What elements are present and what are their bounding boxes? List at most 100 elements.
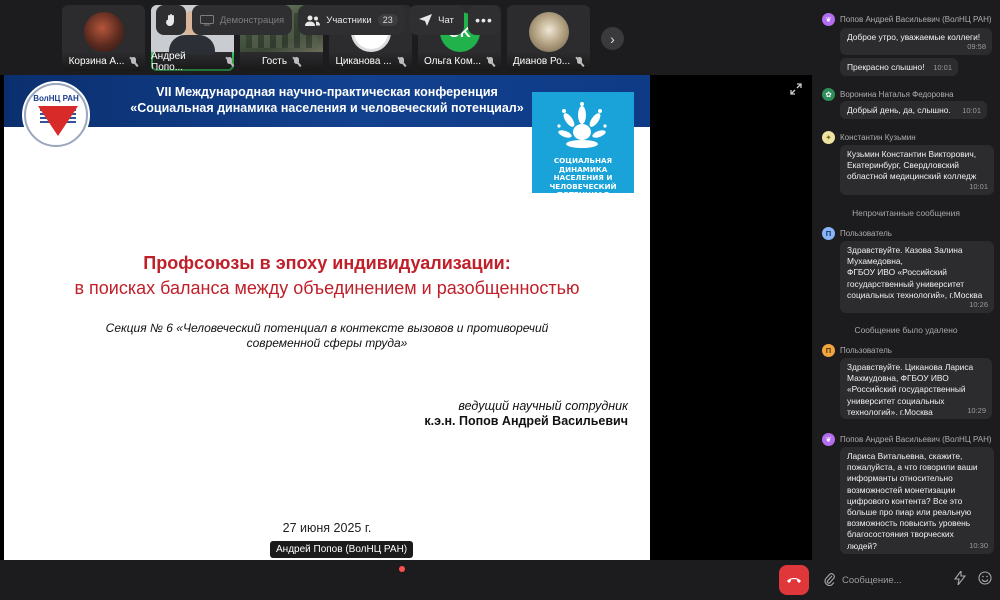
chat-message: Здравствуйте. Казова Залина Мухамедовна,… xyxy=(840,241,994,313)
unread-divider: Непрочитанные сообщения xyxy=(852,208,960,218)
author-name: Попов Андрей Васильевич (ВолНЦ РАН) xyxy=(840,435,992,444)
message-text: областной медицинский колледж xyxy=(847,171,977,182)
message-text: больше про пиар или реальную xyxy=(847,507,972,518)
section-line: Секция № 6 «Человеческий потенциал в кон… xyxy=(105,321,549,335)
message-time: 10:01 xyxy=(962,105,981,115)
participants-count: 23 xyxy=(377,14,398,26)
send-icon xyxy=(419,14,433,26)
avatar-icon: ✿ xyxy=(822,88,835,101)
participant-name: Гость xyxy=(261,56,288,67)
chat-message-input[interactable] xyxy=(842,570,952,590)
message-time: 10:29 xyxy=(967,405,986,415)
conference-subtitle: «Социальная динамика населения и человеч… xyxy=(130,101,524,115)
message-text: Махмудовна, ФГБОУ ИВО xyxy=(847,373,949,384)
message-text: Лариса Витальевна, скажите, xyxy=(847,451,963,461)
mic-off-icon xyxy=(397,56,406,67)
message-text: благосостояния творческих xyxy=(847,529,954,540)
message-text: Добрый день, да, слышно. xyxy=(847,105,951,115)
section-line: современной сферы труда» xyxy=(246,336,408,350)
mic-off-icon xyxy=(225,56,234,67)
message-author: П Пользователь xyxy=(822,227,892,240)
message-text: людей? xyxy=(847,540,877,551)
org-logo: ВолНЦ РАН xyxy=(24,83,88,147)
participant-name: Андрей Попо... xyxy=(151,50,186,72)
avatar-icon: ❦ xyxy=(822,13,835,26)
chat-message: Кузьмин Константин Викторович, Екатеринб… xyxy=(840,145,994,195)
author-name: Пользователь xyxy=(840,229,892,238)
message-text: цифрового контента? Все это xyxy=(847,495,963,506)
screen-share-area: VII Международная научно-практическая ко… xyxy=(0,75,812,560)
presenter-name-tag: Андрей Попов (ВолНЦ РАН) xyxy=(270,541,414,558)
message-text: пожалуйста, а что говорили ваши xyxy=(847,462,978,473)
user-avatar: П xyxy=(822,227,835,240)
notification-dot xyxy=(399,566,405,572)
message-author: ❦ Попов Андрей Васильевич (ВолНЦ РАН) xyxy=(822,13,992,26)
mic-off-icon xyxy=(292,56,301,67)
conference-logo: СОЦИАЛЬНАЯ ДИНАМИКА НАСЕЛЕНИЯ И ЧЕЛОВЕЧЕ… xyxy=(532,92,634,199)
chat-button[interactable]: Чат xyxy=(409,5,464,35)
author-name: Пользователь xyxy=(840,346,892,355)
message-text: Здравствуйте. Циканова Лариса xyxy=(847,362,974,372)
chat-message: Доброе утро, уважаемые коллеги! 09:58 xyxy=(840,28,992,55)
message-text: Кузьмин Константин Викторович, xyxy=(847,149,977,159)
chat-message: Здравствуйте. Циканова Лариса Махмудовна… xyxy=(840,358,992,419)
message-text: Здравствуйте. Казова Залина xyxy=(847,245,963,255)
message-text: университет социальных xyxy=(847,395,945,406)
message-text: информанты относительно xyxy=(847,473,953,484)
participant-name: Дианов Ро... xyxy=(512,56,571,67)
slide-subtitle: в поисках баланса между объединением и р… xyxy=(74,278,580,298)
participant-avatar xyxy=(528,12,569,52)
mic-off-icon xyxy=(129,56,138,67)
message-time: 10:01 xyxy=(933,62,952,72)
participant-tile[interactable]: Корзина А... xyxy=(62,5,145,71)
participant-tile[interactable]: Дианов Ро... xyxy=(507,5,590,71)
message-text: Мухамедовна, xyxy=(847,256,903,267)
author-name: Воронина Наталья Федоровна xyxy=(840,90,954,99)
message-text: Екатеринбург, Свердловский xyxy=(847,160,959,171)
paperclip-icon[interactable] xyxy=(824,572,835,586)
message-text: государственный университет xyxy=(847,278,965,289)
participant-name: Ольга Ком... xyxy=(423,56,482,67)
mic-off-icon xyxy=(486,56,495,67)
slide-section: Секция № 6 «Человеческий потенциал в кон… xyxy=(64,321,590,351)
message-author: ✿ Воронина Наталья Федоровна xyxy=(822,88,954,101)
emoji-icon[interactable] xyxy=(978,571,992,585)
message-text: возможность повысить уровень xyxy=(847,518,971,529)
deleted-message-notice: Сообщение было удалено xyxy=(854,325,958,335)
message-text: технологий». г.Москва xyxy=(847,406,933,417)
lightning-icon[interactable] xyxy=(954,571,966,585)
hang-up-button[interactable] xyxy=(779,565,809,595)
screen-share-label: Демонстрация xyxy=(219,14,285,26)
chat-message: Прекрасно слышно! 10:01 xyxy=(840,58,958,76)
next-participants-button[interactable]: › xyxy=(601,27,624,50)
slide-date: 27 июня 2025 г. xyxy=(282,521,372,535)
people-icon xyxy=(305,15,321,26)
org-logo-text: ВолНЦ РАН xyxy=(33,94,79,103)
author-role: ведущий научный сотрудник xyxy=(458,399,628,413)
participant-name: Циканова ... xyxy=(335,56,392,67)
more-button[interactable]: ••• xyxy=(468,5,500,35)
message-time: 10:01 xyxy=(969,181,988,191)
screen-share-button[interactable]: Демонстрация xyxy=(192,5,292,35)
phone-hangup-icon xyxy=(787,578,801,583)
message-text: ФГБОУ ИВО «Российский xyxy=(847,267,947,278)
message-author: ✦ Константин Кузьмин xyxy=(822,131,916,144)
avatar-icon: ❦ xyxy=(822,433,835,446)
chat-message: Лариса Витальевна, скажите, пожалуйста, … xyxy=(840,447,994,554)
message-author: П Пользователь xyxy=(822,344,892,357)
avatar-icon: ✦ xyxy=(822,131,835,144)
raise-hand-button[interactable] xyxy=(156,5,186,35)
expand-icon[interactable] xyxy=(790,83,802,95)
message-text: «Российский государственный xyxy=(847,384,966,395)
message-text: возможностей монетизации xyxy=(847,484,956,495)
message-text: Доброе утро, уважаемые коллеги! xyxy=(847,32,981,42)
chat-composer xyxy=(812,565,1000,595)
participant-name: Корзина А... xyxy=(68,56,125,67)
presentation-slide: VII Международная научно-практическая ко… xyxy=(4,75,650,560)
author-name: Константин Кузьмин xyxy=(840,133,916,142)
screen-share-icon xyxy=(199,14,214,25)
message-time: 10:30 xyxy=(969,540,988,550)
participants-button[interactable]: Участники 23 xyxy=(298,5,405,35)
author-name: к.э.н. Попов Андрей Васильевич xyxy=(424,414,628,428)
slide-title: Профсоюзы в эпоху индивидуализации: xyxy=(143,253,511,273)
